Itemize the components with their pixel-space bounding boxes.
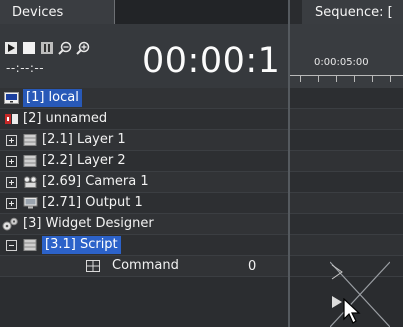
stop-icon[interactable] <box>22 41 36 55</box>
sequence-track[interactable] <box>290 214 403 235</box>
camera-icon <box>23 176 37 188</box>
sequence-tab-label: Sequence: [ <box>315 4 393 20</box>
device-row-script[interactable]: [3.1] Script <box>0 235 288 256</box>
device-row-command[interactable]: Command 0 <box>0 256 288 277</box>
device-icon <box>5 114 18 124</box>
ruler-tick <box>336 75 337 82</box>
device-row-label: [1] local <box>23 89 82 107</box>
ruler-time-label: 0:00:05:00 <box>314 57 369 68</box>
gears-icon <box>2 217 18 231</box>
timecode-display: 00:00:1 <box>142 41 281 81</box>
layer-icon <box>23 239 37 251</box>
sequence-track[interactable] <box>290 130 403 151</box>
sequence-tab[interactable]: Sequence: [ <box>302 0 403 24</box>
mouse-cursor-icon <box>343 298 361 324</box>
device-row-label: [3] Widget Designer <box>23 216 154 231</box>
command-value[interactable]: 0 <box>248 256 256 277</box>
pause-icon[interactable] <box>40 41 54 55</box>
sequence-track[interactable] <box>290 172 403 193</box>
device-row-unnamed[interactable]: [2] unnamed <box>0 109 288 130</box>
device-row-label: [2] unnamed <box>23 111 108 126</box>
ruler-tick <box>354 75 355 82</box>
device-row-label: [2.71] Output 1 <box>42 195 143 210</box>
sequence-track[interactable] <box>290 193 403 214</box>
device-tree: [1] local [2] unnamed [2.1] Layer 1 [2.2… <box>0 88 288 277</box>
zoom-in-icon[interactable] <box>76 41 90 55</box>
tabbar-filler <box>115 0 288 24</box>
device-row-label: [2.2] Layer 2 <box>42 153 126 168</box>
device-row-label: [3.1] Script <box>42 236 121 254</box>
device-row-widget-designer[interactable]: [3] Widget Designer <box>0 214 288 235</box>
sequence-track[interactable] <box>290 109 403 130</box>
expand-icon[interactable] <box>6 176 17 188</box>
device-row-output-1[interactable]: [2.71] Output 1 <box>0 193 288 214</box>
layer-icon <box>23 155 37 167</box>
local-device-icon <box>4 92 19 104</box>
ruler-tick <box>300 75 301 82</box>
ruler-tick <box>318 75 319 82</box>
expand-icon[interactable] <box>6 197 17 209</box>
sequence-track[interactable] <box>290 151 403 172</box>
timecode-small: --:--:-- <box>6 61 45 75</box>
ruler-tick <box>372 75 373 82</box>
timeline-ruler[interactable]: 0:00:05:00 <box>290 24 403 88</box>
devices-tab-label: Devices <box>12 4 64 20</box>
expand-icon[interactable] <box>6 155 17 167</box>
layer-icon <box>23 134 37 146</box>
device-row-layer-1[interactable]: [2.1] Layer 1 <box>0 130 288 151</box>
device-row-label: [2.69] Camera 1 <box>42 174 149 189</box>
devices-tab[interactable]: Devices <box>0 0 115 24</box>
device-row-layer-2[interactable]: [2.2] Layer 2 <box>0 151 288 172</box>
ruler-tick <box>390 75 391 82</box>
device-row-label: Command <box>112 258 179 273</box>
device-row-label: [2.1] Layer 1 <box>42 132 126 147</box>
sequence-tracks <box>290 88 403 277</box>
device-row-camera-1[interactable]: [2.69] Camera 1 <box>0 172 288 193</box>
sequence-track[interactable] <box>290 88 403 109</box>
zoom-out-icon[interactable] <box>58 41 72 55</box>
sequence-track[interactable] <box>290 235 403 256</box>
transport-toolbar <box>4 41 90 55</box>
device-row-local[interactable]: [1] local <box>0 88 288 109</box>
play-icon[interactable] <box>4 41 18 55</box>
sequence-pane: Sequence: [ 0:00:05:00 <box>290 0 403 327</box>
collapse-icon[interactable] <box>6 239 17 251</box>
monitor-icon <box>23 197 38 209</box>
command-icon <box>86 260 100 272</box>
devices-pane: Devices 00:00:1 --:--:-- [1] local [2] u… <box>0 0 288 327</box>
expand-icon[interactable] <box>6 134 17 146</box>
ruler-line <box>290 75 403 76</box>
